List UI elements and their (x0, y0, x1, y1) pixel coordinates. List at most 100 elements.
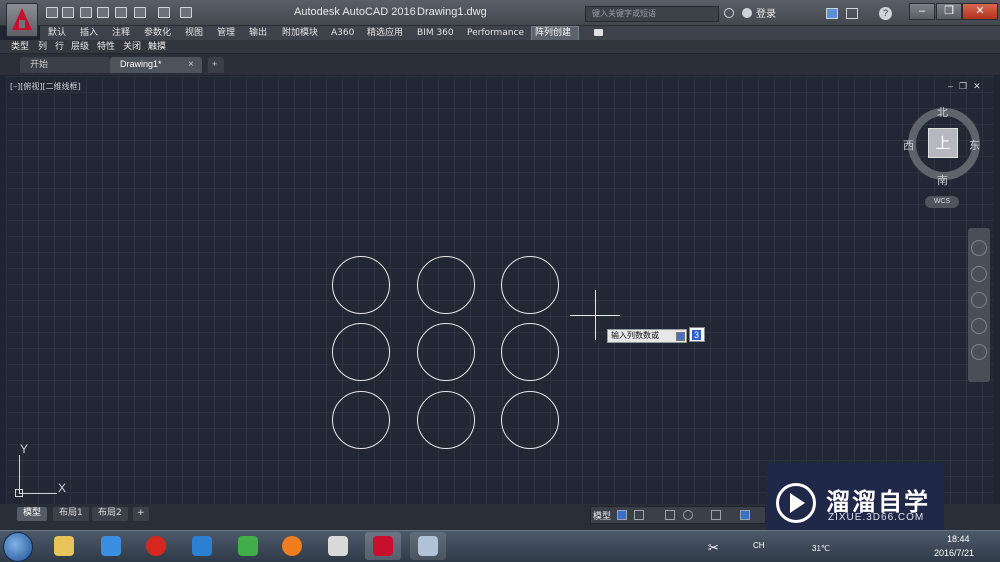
app-taskbar-button[interactable] (93, 532, 129, 560)
tab-featured-apps[interactable]: 精选应用 (367, 27, 403, 39)
start-button[interactable] (3, 532, 33, 562)
fs-taskbar-button[interactable] (184, 532, 220, 560)
tab-annotate[interactable]: 注释 (112, 27, 130, 39)
steering-wheel-icon[interactable] (971, 240, 987, 256)
tab-manage[interactable]: 管理 (217, 27, 235, 39)
exchange-apps-icon[interactable] (826, 8, 838, 19)
panel-close[interactable]: 关闭 (123, 41, 141, 53)
tab-parametric[interactable]: 参数化 (144, 27, 171, 39)
array-circle[interactable] (417, 391, 475, 449)
open-file-icon[interactable] (62, 7, 74, 18)
array-circle[interactable] (417, 256, 475, 314)
array-circle[interactable] (501, 256, 559, 314)
tab-bim360[interactable]: BIM 360 (417, 27, 454, 39)
autocad-taskbar-button[interactable] (365, 532, 401, 560)
clock-date[interactable]: 2016/7/21 (934, 548, 974, 558)
grid-icon[interactable] (617, 510, 627, 520)
showmotion-icon[interactable] (971, 344, 987, 360)
user-icon (742, 8, 752, 18)
compass-east[interactable]: 东 (969, 137, 980, 153)
panel-properties[interactable]: 特性 (97, 41, 115, 53)
panel-type[interactable]: 类型 (11, 41, 29, 53)
save-as-icon[interactable] (97, 7, 109, 18)
tab-home[interactable]: 默认 (48, 27, 66, 39)
orbit-icon[interactable] (971, 318, 987, 334)
tab-a360[interactable]: A360 (331, 27, 354, 39)
ribbon-toggle-icon[interactable] (594, 29, 603, 36)
help-icon[interactable]: ? (879, 7, 892, 20)
print-icon[interactable] (115, 7, 127, 18)
tab-start[interactable]: 开始 (20, 57, 110, 73)
ucs-y-axis (19, 455, 20, 493)
restore-button[interactable]: ❐ (936, 3, 962, 20)
tab-layout1[interactable]: 布局1 (53, 507, 89, 521)
app-title: Autodesk AutoCAD 2016 (294, 6, 416, 18)
a360-icon[interactable] (846, 8, 858, 19)
tab-array-creation[interactable]: 阵列创建 (535, 27, 571, 39)
tab-output[interactable]: 输出 (249, 27, 267, 39)
tab-view[interactable]: 视图 (185, 27, 203, 39)
panel-levels[interactable]: 层级 (71, 41, 89, 53)
object-snap-icon[interactable] (711, 510, 721, 520)
ortho-icon[interactable] (665, 510, 675, 520)
tab-model[interactable]: 模型 (17, 507, 48, 521)
save-icon[interactable] (80, 7, 92, 18)
tab-performance[interactable]: Performance (467, 27, 524, 39)
new-tab-button[interactable]: + (208, 57, 224, 73)
application-menu-button[interactable] (6, 3, 38, 37)
array-circle[interactable] (501, 323, 559, 381)
compass-south[interactable]: 南 (937, 172, 948, 188)
netease-music-taskbar-button[interactable] (138, 532, 174, 560)
wcs-menu[interactable]: WCS (925, 196, 959, 208)
new-file-icon[interactable] (46, 7, 58, 18)
recycle-icon (238, 536, 258, 556)
panel-columns[interactable]: 列 (38, 41, 47, 53)
binoculars-icon[interactable] (724, 8, 734, 18)
search-input[interactable]: 键入关键字或短语 (585, 6, 719, 22)
folder-icon (54, 536, 74, 556)
compass-north[interactable]: 北 (937, 104, 948, 120)
prompt-options-icon[interactable] (676, 332, 685, 341)
array-circle[interactable] (332, 256, 390, 314)
close-tab-icon[interactable]: × (188, 59, 194, 70)
array-circle[interactable] (417, 323, 475, 381)
app-taskbar-button[interactable] (230, 532, 266, 560)
viewcube-top-face[interactable]: 上 (928, 128, 958, 158)
zoom-extents-icon[interactable] (971, 292, 987, 308)
viewport-window-controls[interactable]: –❐✕ (948, 81, 987, 92)
drawing-canvas[interactable] (6, 76, 994, 504)
weather-temperature[interactable]: 31℃ (812, 544, 830, 553)
minimize-button[interactable]: – (909, 3, 935, 20)
compass-west[interactable]: 西 (903, 137, 914, 153)
tab-layout2[interactable]: 布局2 (92, 507, 128, 521)
customize-quick-access-icon[interactable] (180, 7, 192, 18)
undo-icon[interactable] (134, 7, 146, 18)
app-taskbar-button[interactable] (274, 532, 310, 560)
array-circle[interactable] (332, 391, 390, 449)
input-language[interactable]: CH (753, 541, 765, 550)
panel-rows[interactable]: 行 (55, 41, 64, 53)
orange-app-icon (282, 536, 302, 556)
model-space-button[interactable]: 模型 (593, 509, 611, 522)
redo-icon[interactable] (158, 7, 170, 18)
array-circle[interactable] (332, 323, 390, 381)
polar-tracking-icon[interactable] (683, 510, 693, 520)
array-circle[interactable] (501, 391, 559, 449)
viewport-controls-label[interactable]: [–][俯视][二维线框] (10, 81, 81, 92)
pan-icon[interactable] (971, 266, 987, 282)
music-icon (146, 536, 166, 556)
add-layout-button[interactable]: + (133, 507, 149, 521)
app-taskbar-button[interactable] (320, 532, 356, 560)
tab-insert[interactable]: 插入 (80, 27, 98, 39)
dynamic-input-field[interactable]: 3 (689, 327, 705, 342)
annotation-scale-icon[interactable] (740, 510, 750, 520)
clock-time[interactable]: 18:44 (947, 534, 970, 544)
explorer-taskbar-button[interactable] (46, 532, 82, 560)
login-button[interactable]: 登录 (756, 5, 776, 20)
snap-icon[interactable] (634, 510, 644, 520)
scissors-icon[interactable]: ✂ (708, 540, 719, 556)
panel-touch[interactable]: 触摸 (148, 41, 166, 53)
close-button[interactable]: ✕ (962, 3, 998, 20)
app-taskbar-button[interactable] (410, 532, 446, 560)
tab-addins[interactable]: 附加模块 (282, 27, 318, 39)
